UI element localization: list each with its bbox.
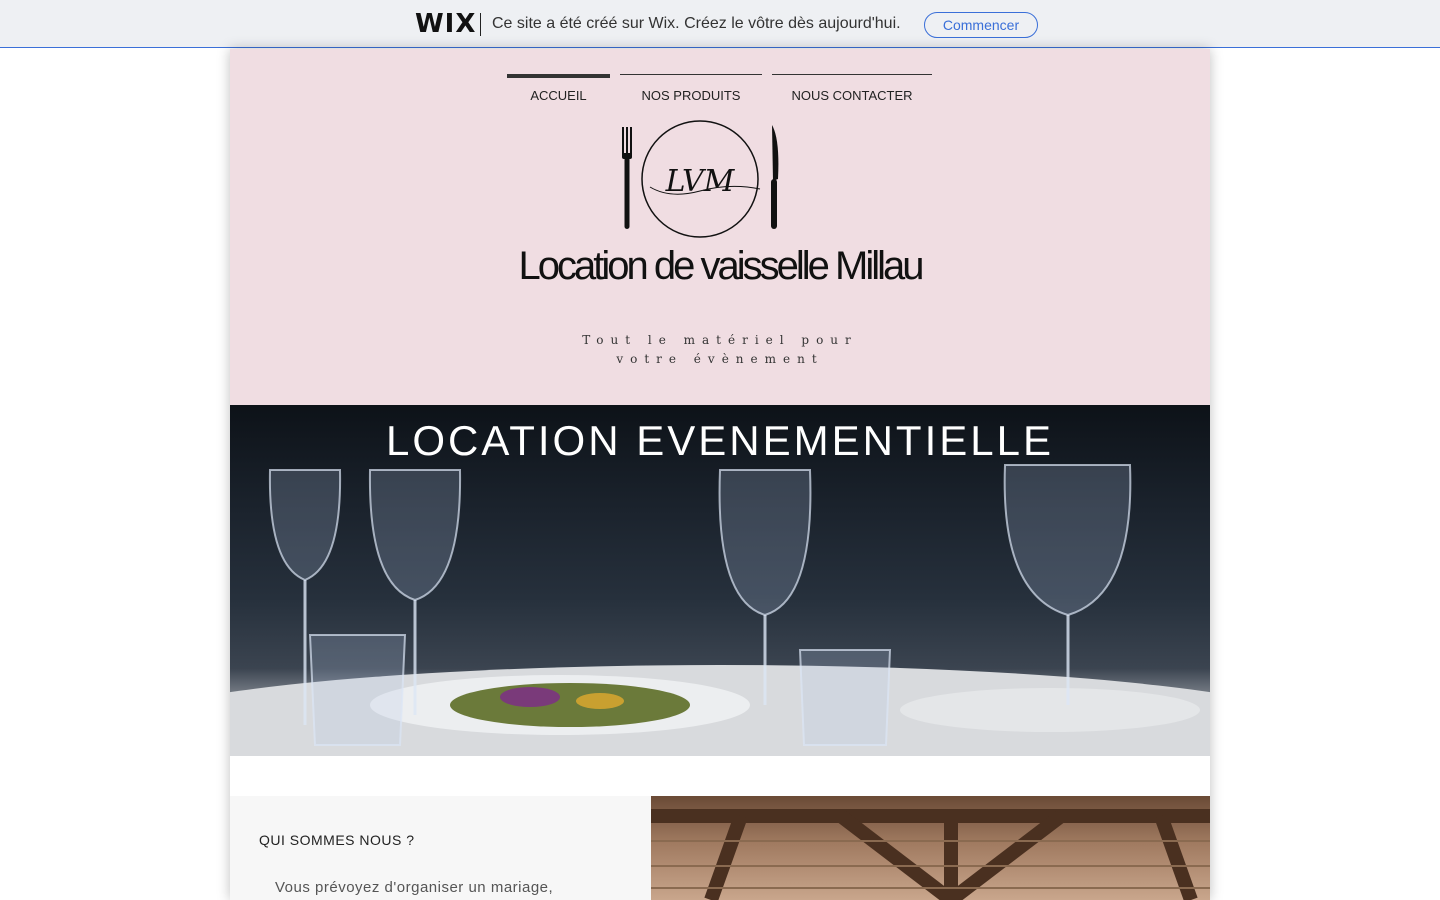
nav-item-accueil[interactable]: ACCUEIL <box>507 74 610 104</box>
site-container: ACCUEIL NOS PRODUITS NOUS CONTACTER LVM … <box>230 49 1210 900</box>
wix-promo-banner: WIX Ce site a été créé sur Wix. Créez le… <box>0 0 1440 48</box>
about-heading: QUI SOMMES NOUS ? <box>259 832 415 848</box>
fork-icon <box>622 127 632 229</box>
hero-title: LOCATION EVENEMENTIELLE <box>385 417 1055 464</box>
commencer-button[interactable]: Commencer <box>924 12 1038 38</box>
lvm-logo[interactable]: LVM <box>610 119 790 241</box>
tagline-line-1: Tout le matériel pour <box>582 333 858 347</box>
knife-icon <box>771 125 779 229</box>
tagline-line-2: votre évènement <box>616 352 824 366</box>
nav-item-nous-contacter[interactable]: NOUS CONTACTER <box>772 74 932 104</box>
about-section: QUI SOMMES NOUS ? Vous prévoyez d'organi… <box>230 796 651 900</box>
hero-banner: LOCATION EVENEMENTIELLE <box>230 405 1210 756</box>
wix-logo[interactable]: WIX <box>415 9 476 39</box>
banner-divider <box>480 13 481 36</box>
site-header: ACCUEIL NOS PRODUITS NOUS CONTACTER LVM … <box>230 49 1210 405</box>
site-tagline: Tout le matériel pour votre évènement <box>570 331 870 369</box>
nav-item-nos-produits[interactable]: NOS PRODUITS <box>620 74 762 104</box>
site-title: Location de vaisselle Millau <box>518 244 925 288</box>
about-text: Vous prévoyez d'organiser un mariage, <box>275 879 554 896</box>
wix-banner-message: Ce site a été créé sur Wix. Créez le vôt… <box>492 15 901 32</box>
wooden-roof-image <box>651 796 1210 900</box>
logo-monogram: LVM <box>665 164 736 199</box>
roof-beams-drawing <box>651 809 1210 900</box>
